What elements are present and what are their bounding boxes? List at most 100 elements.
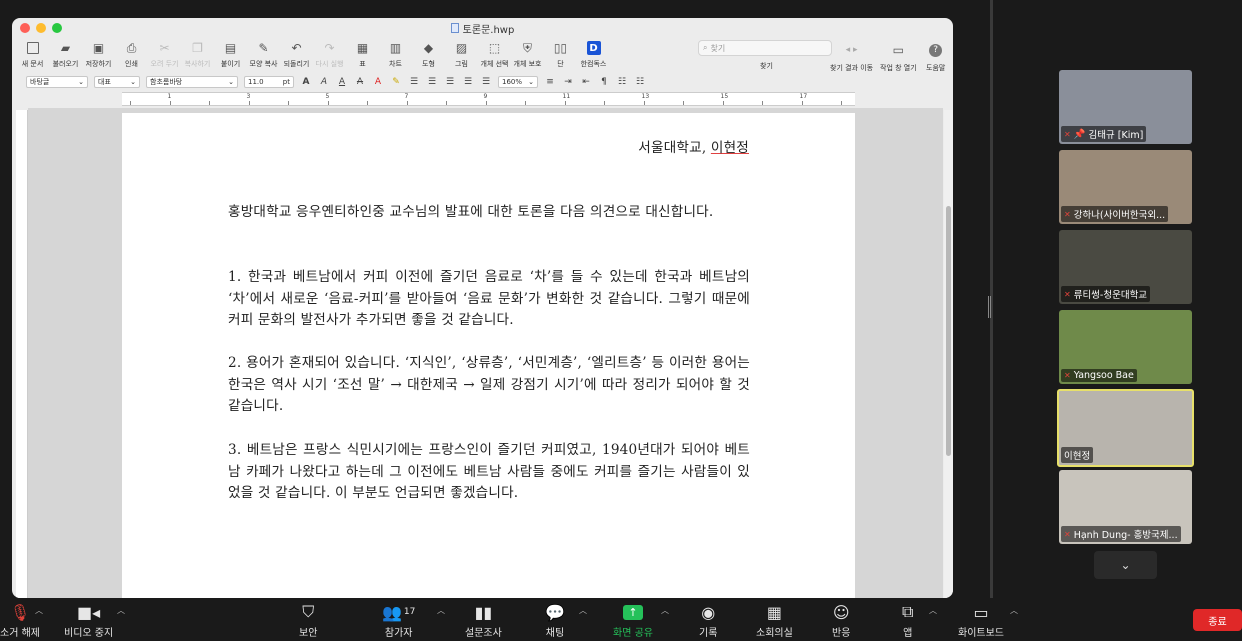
paragraph-3: 3. 베트남은 프랑스 식민시기에는 프랑스인이 즐기던 커피였고, 1940년… (228, 442, 750, 501)
find-results-button[interactable]: ◂ ▸ 찾기 결과 이동 (830, 40, 873, 73)
picture-button[interactable]: ▨ 그림 (445, 38, 478, 69)
search-label: 찾기 (760, 62, 773, 70)
outdent-icon[interactable]: ⇤ (580, 77, 592, 87)
cut-button[interactable]: ✂ 오려 두기 (148, 38, 181, 69)
align-left-icon[interactable]: ☰ (426, 77, 438, 87)
zoom-select[interactable]: 160% ⌄ (498, 76, 538, 88)
participant-tile[interactable]: ✕ 📌 김태규 [Kim] (1059, 70, 1192, 144)
format-copy-button[interactable]: ✎ 모양 복사 (247, 38, 280, 69)
affiliation-prefix: 서울대학교, (638, 140, 711, 156)
indent-icon[interactable]: ⇥ (562, 77, 574, 87)
participant-tile[interactable]: ✕ 강하나(사이버한국외... (1059, 150, 1192, 224)
record-icon: ◉ (701, 602, 716, 622)
bullet-list-icon[interactable]: ☷ (634, 77, 646, 87)
participant-tile[interactable]: ✕ 류티썽-청운대학교 (1059, 230, 1192, 304)
security-button[interactable]: ⛉ 보안 (299, 602, 317, 639)
participant-name: 이현정 (1061, 447, 1094, 463)
participant-tile-active-speaker[interactable]: 이현정 (1057, 389, 1194, 467)
video-options-caret[interactable]: ︿ (117, 605, 125, 616)
paste-button[interactable]: ▤ 붙이기 (214, 38, 247, 69)
language-select[interactable]: 대표 ⌄ (94, 76, 140, 88)
font-color-icon[interactable]: A (372, 77, 384, 87)
whiteboard-options-caret[interactable]: ︿ (1010, 605, 1018, 616)
picture-icon: ▨ (455, 41, 468, 55)
apps-button[interactable]: ⧉ 앱 (902, 602, 913, 639)
copy-button[interactable]: ❐ 복사하기 (181, 38, 214, 69)
resize-handle[interactable] (988, 296, 993, 318)
ruler-tick (841, 101, 842, 105)
ruler-tick (683, 101, 684, 105)
scrollbar-thumb[interactable] (946, 206, 951, 456)
audio-options-caret[interactable]: ︿ (35, 605, 43, 616)
columns-button[interactable]: ▯▯ 단 (544, 38, 577, 69)
new-document-button[interactable]: 새 문서 (16, 38, 49, 69)
search-placeholder: 찾기 (710, 43, 726, 53)
close-icon[interactable] (20, 23, 30, 33)
chevron-down-icon: ⌄ (1120, 558, 1131, 572)
font-select[interactable]: 함초롬바탕 ⌄ (146, 76, 238, 88)
shape-button[interactable]: ◆ 도형 (412, 38, 445, 69)
line-spacing-icon[interactable]: ≡ (544, 77, 556, 87)
intro-paragraph: 홍방대학교 응우옌티하인중 교수님의 발표에 대한 토론을 다음 의견으로 대신… (228, 204, 714, 220)
help-button[interactable]: ? 도움말 (926, 40, 945, 73)
align-right-icon[interactable]: ☰ (462, 77, 474, 87)
align-justify-icon[interactable]: ☰ (408, 77, 420, 87)
vertical-ruler[interactable] (16, 110, 28, 598)
more-participants-button[interactable]: ⌄ (1094, 551, 1157, 579)
share-screen-button[interactable]: ↑ 화면 공유 (613, 602, 653, 639)
redo-button[interactable]: ↷ 다시 실행 (313, 38, 346, 69)
horizontal-ruler[interactable]: 1 3 5 7 9 11 13 15 17 (122, 92, 855, 106)
bold-icon[interactable]: A (300, 77, 312, 87)
apps-options-caret[interactable]: ︿ (929, 605, 937, 616)
poll-icon: ▮▮ (474, 602, 493, 622)
select-object-button[interactable]: ⬚ 개체 선택 (478, 38, 511, 69)
task-pane-button[interactable]: ▭ 작업 창 열기 (880, 40, 917, 73)
chart-button[interactable]: ▥ 차트 (379, 38, 412, 69)
ruler-number: 1 (167, 93, 172, 100)
end-meeting-button[interactable]: 종료 (1193, 609, 1242, 631)
open-button[interactable]: ▰ 불러오기 (49, 38, 82, 69)
document-page[interactable]: 서울대학교, 이현정 홍방대학교 응우옌티하인중 교수님의 발표에 대한 토론을… (122, 113, 855, 598)
hancom-docs-button[interactable]: D 한컴독스 (577, 38, 610, 69)
participant-tile[interactable]: ✕ Yangsoo Bae (1059, 310, 1192, 384)
undo-button[interactable]: ↶ 되돌리기 (280, 38, 313, 69)
font-size-select[interactable]: 11.0 pt (244, 76, 294, 88)
participants-options-caret[interactable]: ︿ (437, 605, 445, 616)
highlight-icon[interactable]: ✎ (390, 77, 402, 87)
style-select[interactable]: 바탕글 ⌄ (26, 76, 88, 88)
participant-name: ✕ Hạnh Dung- 홍방국제... (1061, 526, 1181, 542)
paragraph-icon[interactable]: ¶ (598, 77, 610, 87)
ruler-number: 17 (799, 93, 808, 100)
whiteboard-icon: ▭ (973, 602, 989, 622)
record-button[interactable]: ◉ 기록 (699, 602, 717, 640)
participant-name: ✕ Yangsoo Bae (1061, 369, 1137, 382)
stop-video-button[interactable]: ■◂ 비디오 중지 (64, 602, 113, 640)
breakout-rooms-button[interactable]: ▦ 소회의실 (756, 602, 793, 640)
shape-icon: ◆ (423, 41, 434, 55)
reactions-button[interactable]: ☺ 반응 (832, 602, 850, 640)
chat-options-caret[interactable]: ︿ (579, 605, 587, 616)
chat-button[interactable]: 💬 채팅 (545, 602, 565, 640)
search-input[interactable]: ⌕ 찾기 (698, 40, 832, 56)
save-button[interactable]: ▣ 저장하기 (82, 38, 115, 69)
strikethrough-icon[interactable]: A (354, 77, 366, 87)
protect-object-button[interactable]: ⛨ 개체 보호 (511, 38, 544, 69)
align-distribute-icon[interactable]: ☰ (480, 77, 492, 87)
align-center-icon[interactable]: ☰ (444, 77, 456, 87)
window-controls (20, 23, 62, 33)
reaction-icon: ☺ (832, 602, 850, 622)
polls-button[interactable]: ▮▮ 설문조사 (465, 602, 502, 640)
participant-tile[interactable]: ✕ Hạnh Dung- 홍방국제... (1059, 470, 1192, 544)
participants-button[interactable]: 👥 17 참가자 (382, 602, 415, 640)
italic-icon[interactable]: A (318, 77, 330, 87)
print-button[interactable]: ⎙ 인쇄 (115, 38, 148, 69)
table-button[interactable]: ▦ 표 (346, 38, 379, 69)
unmute-button[interactable]: 🎙 소거 해제 (0, 602, 40, 640)
share-options-caret[interactable]: ︿ (661, 605, 669, 616)
vertical-scrollbar[interactable] (944, 110, 953, 598)
minimize-icon[interactable] (36, 23, 46, 33)
maximize-icon[interactable] (52, 23, 62, 33)
underline-icon[interactable]: A (336, 77, 348, 87)
numbered-list-icon[interactable]: ☷ (616, 77, 628, 87)
whiteboard-button[interactable]: ▭ 화이트보드 (958, 602, 1004, 640)
